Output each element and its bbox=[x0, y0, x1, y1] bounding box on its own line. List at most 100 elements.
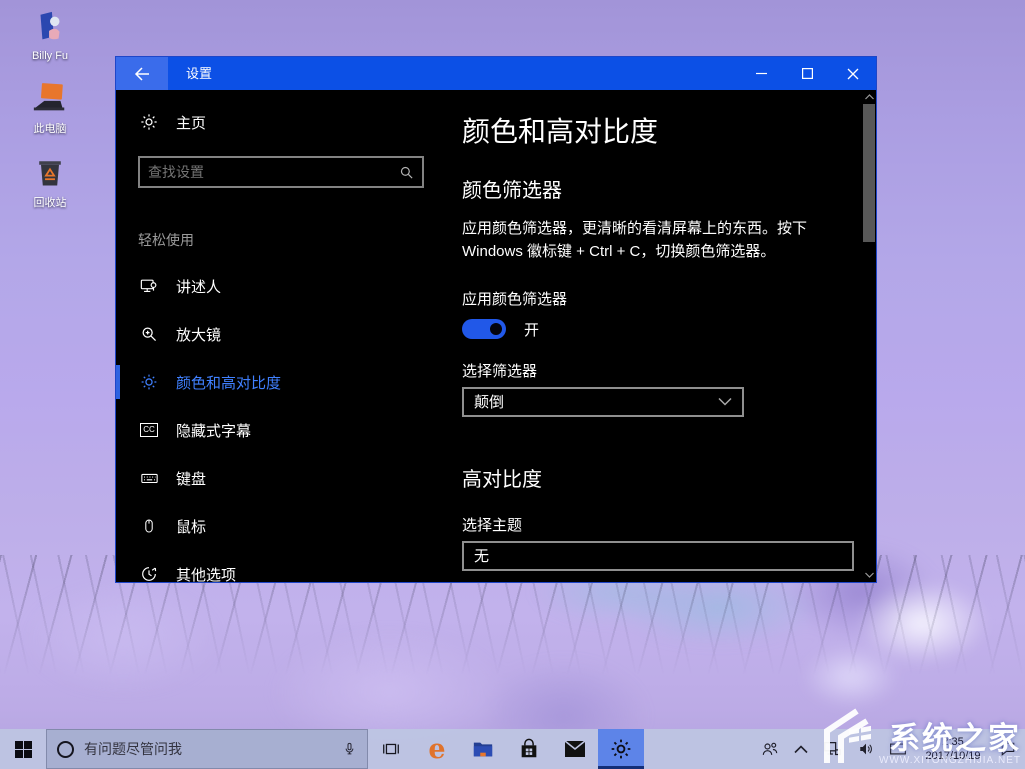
scroll-up-icon[interactable] bbox=[865, 90, 874, 104]
task-view-icon bbox=[380, 739, 402, 759]
cortana-search-input[interactable] bbox=[84, 741, 332, 757]
minimize-icon bbox=[756, 68, 767, 79]
taskbar-clock[interactable]: 2:35 2017/10/19 bbox=[920, 735, 986, 764]
select-theme-label: 选择主题 bbox=[462, 514, 854, 535]
select-filter-label: 选择筛选器 bbox=[462, 360, 854, 381]
filter-dropdown-value: 颠倒 bbox=[474, 391, 504, 412]
sidebar-item-closed-captions[interactable]: CC 隐藏式字幕 bbox=[116, 406, 446, 454]
touch-keyboard-icon bbox=[889, 742, 907, 756]
minimize-button[interactable] bbox=[738, 57, 784, 90]
sidebar-item-other-options[interactable]: 其他选项 bbox=[116, 550, 446, 598]
sidebar-item-color-high-contrast[interactable]: 颜色和高对比度 bbox=[116, 358, 446, 406]
people-button[interactable] bbox=[759, 739, 781, 759]
scroll-down-icon[interactable] bbox=[865, 568, 874, 582]
scrollbar-thumb[interactable] bbox=[863, 104, 875, 242]
sidebar-item-label: 隐藏式字幕 bbox=[176, 420, 251, 441]
scrollbar-track[interactable] bbox=[863, 104, 875, 568]
cortana-icon bbox=[57, 741, 74, 758]
chevron-down-icon bbox=[718, 397, 732, 406]
action-center-button[interactable] bbox=[999, 740, 1017, 758]
maximize-icon bbox=[802, 68, 813, 79]
page-title: 颜色和高对比度 bbox=[462, 110, 854, 150]
gear-icon bbox=[138, 113, 160, 131]
file-explorer-button[interactable] bbox=[460, 729, 506, 769]
toggle-knob bbox=[490, 323, 502, 335]
sidebar-item-home[interactable]: 主页 bbox=[116, 104, 446, 140]
edge-icon: e bbox=[428, 736, 445, 763]
touch-keyboard-button[interactable] bbox=[889, 742, 907, 756]
sidebar-item-keyboard[interactable]: 键盘 bbox=[116, 454, 446, 502]
keyboard-icon bbox=[138, 469, 160, 487]
network-button[interactable] bbox=[821, 739, 843, 759]
sidebar-item-magnifier[interactable]: 放大镜 bbox=[116, 310, 446, 358]
window-title: 设置 bbox=[186, 57, 212, 90]
toggle-state-label: 开 bbox=[524, 319, 539, 340]
settings-gear-icon bbox=[610, 738, 632, 760]
window-scrollbar[interactable] bbox=[862, 90, 876, 582]
sidebar-item-label: 放大镜 bbox=[176, 324, 221, 345]
sidebar-item-label: 颜色和高对比度 bbox=[176, 372, 281, 393]
start-button[interactable] bbox=[0, 729, 46, 769]
high-contrast-heading: 高对比度 bbox=[462, 463, 854, 492]
closed-captions-icon: CC bbox=[138, 423, 160, 437]
back-button[interactable] bbox=[116, 57, 168, 90]
color-filter-toggle[interactable] bbox=[462, 319, 506, 339]
store-icon bbox=[518, 738, 540, 760]
cortana-search-box[interactable] bbox=[46, 729, 368, 769]
taskbar: e bbox=[0, 729, 1025, 769]
mail-button[interactable] bbox=[552, 729, 598, 769]
maximize-button[interactable] bbox=[784, 57, 830, 90]
theme-dropdown[interactable]: 无 bbox=[462, 541, 854, 571]
search-icon bbox=[399, 165, 414, 180]
settings-search-box[interactable] bbox=[138, 156, 424, 188]
close-button[interactable] bbox=[830, 57, 876, 90]
chevron-up-icon bbox=[794, 745, 808, 754]
file-explorer-icon bbox=[471, 738, 495, 760]
action-center-icon bbox=[999, 740, 1017, 758]
people-icon bbox=[759, 739, 781, 759]
other-options-icon bbox=[138, 565, 160, 583]
close-icon bbox=[847, 68, 859, 80]
color-filters-description: 应用颜色筛选器，更清晰的看清屏幕上的东西。按下 Windows 徽标键 + Ct… bbox=[462, 217, 840, 264]
narrator-icon bbox=[138, 277, 160, 295]
network-icon bbox=[821, 739, 843, 759]
sidebar-item-mouse[interactable]: 鼠标 bbox=[116, 502, 446, 550]
titlebar: 设置 bbox=[116, 57, 876, 90]
tray-expand-button[interactable] bbox=[794, 745, 808, 754]
filter-dropdown[interactable]: 颠倒 bbox=[462, 387, 744, 417]
desktop-icon-recycle-bin[interactable]: 回收站 bbox=[12, 152, 88, 210]
sidebar-section-label: 轻松使用 bbox=[138, 230, 446, 250]
desktop-icons: Billy Fu 此电脑 回收站 bbox=[12, 8, 88, 210]
clock-time: 2:35 bbox=[920, 735, 986, 749]
mail-icon bbox=[563, 739, 587, 759]
windows-logo-icon bbox=[15, 741, 32, 758]
sidebar-item-label: 鼠标 bbox=[176, 516, 206, 537]
sidebar-item-narrator[interactable]: 讲述人 bbox=[116, 262, 446, 310]
volume-button[interactable] bbox=[856, 740, 876, 758]
microphone-icon[interactable] bbox=[342, 740, 357, 758]
sidebar-home-label: 主页 bbox=[176, 112, 206, 133]
magnifier-icon bbox=[138, 325, 160, 343]
edge-button[interactable]: e bbox=[414, 729, 460, 769]
settings-window: 设置 主页 bbox=[115, 56, 877, 583]
mouse-icon bbox=[138, 517, 160, 535]
desktop-icon-label: Billy Fu bbox=[32, 50, 68, 62]
settings-app-button[interactable] bbox=[598, 729, 644, 769]
desktop-icon-label: 此电脑 bbox=[34, 120, 67, 136]
desktop-icon-this-pc[interactable]: 此电脑 bbox=[12, 78, 88, 136]
desktop-icon-label: 回收站 bbox=[34, 194, 67, 210]
user-folder-icon bbox=[29, 8, 71, 48]
settings-content: 颜色和高对比度 颜色筛选器 应用颜色筛选器，更清晰的看清屏幕上的东西。按下 Wi… bbox=[446, 90, 862, 582]
sidebar-nav: 讲述人 放大镜 颜色和高对比度 bbox=[116, 262, 446, 598]
speaker-icon bbox=[856, 740, 876, 758]
system-tray: 2:35 2017/10/19 bbox=[759, 729, 1025, 769]
color-filters-heading: 颜色筛选器 bbox=[462, 174, 854, 203]
settings-search-input[interactable] bbox=[148, 164, 399, 180]
store-button[interactable] bbox=[506, 729, 552, 769]
sidebar-item-label: 其他选项 bbox=[176, 564, 236, 585]
back-arrow-icon bbox=[134, 67, 150, 81]
theme-dropdown-value: 无 bbox=[474, 545, 489, 566]
task-view-button[interactable] bbox=[368, 729, 414, 769]
sidebar-item-label: 讲述人 bbox=[176, 276, 221, 297]
desktop-icon-user-folder[interactable]: Billy Fu bbox=[12, 8, 88, 62]
